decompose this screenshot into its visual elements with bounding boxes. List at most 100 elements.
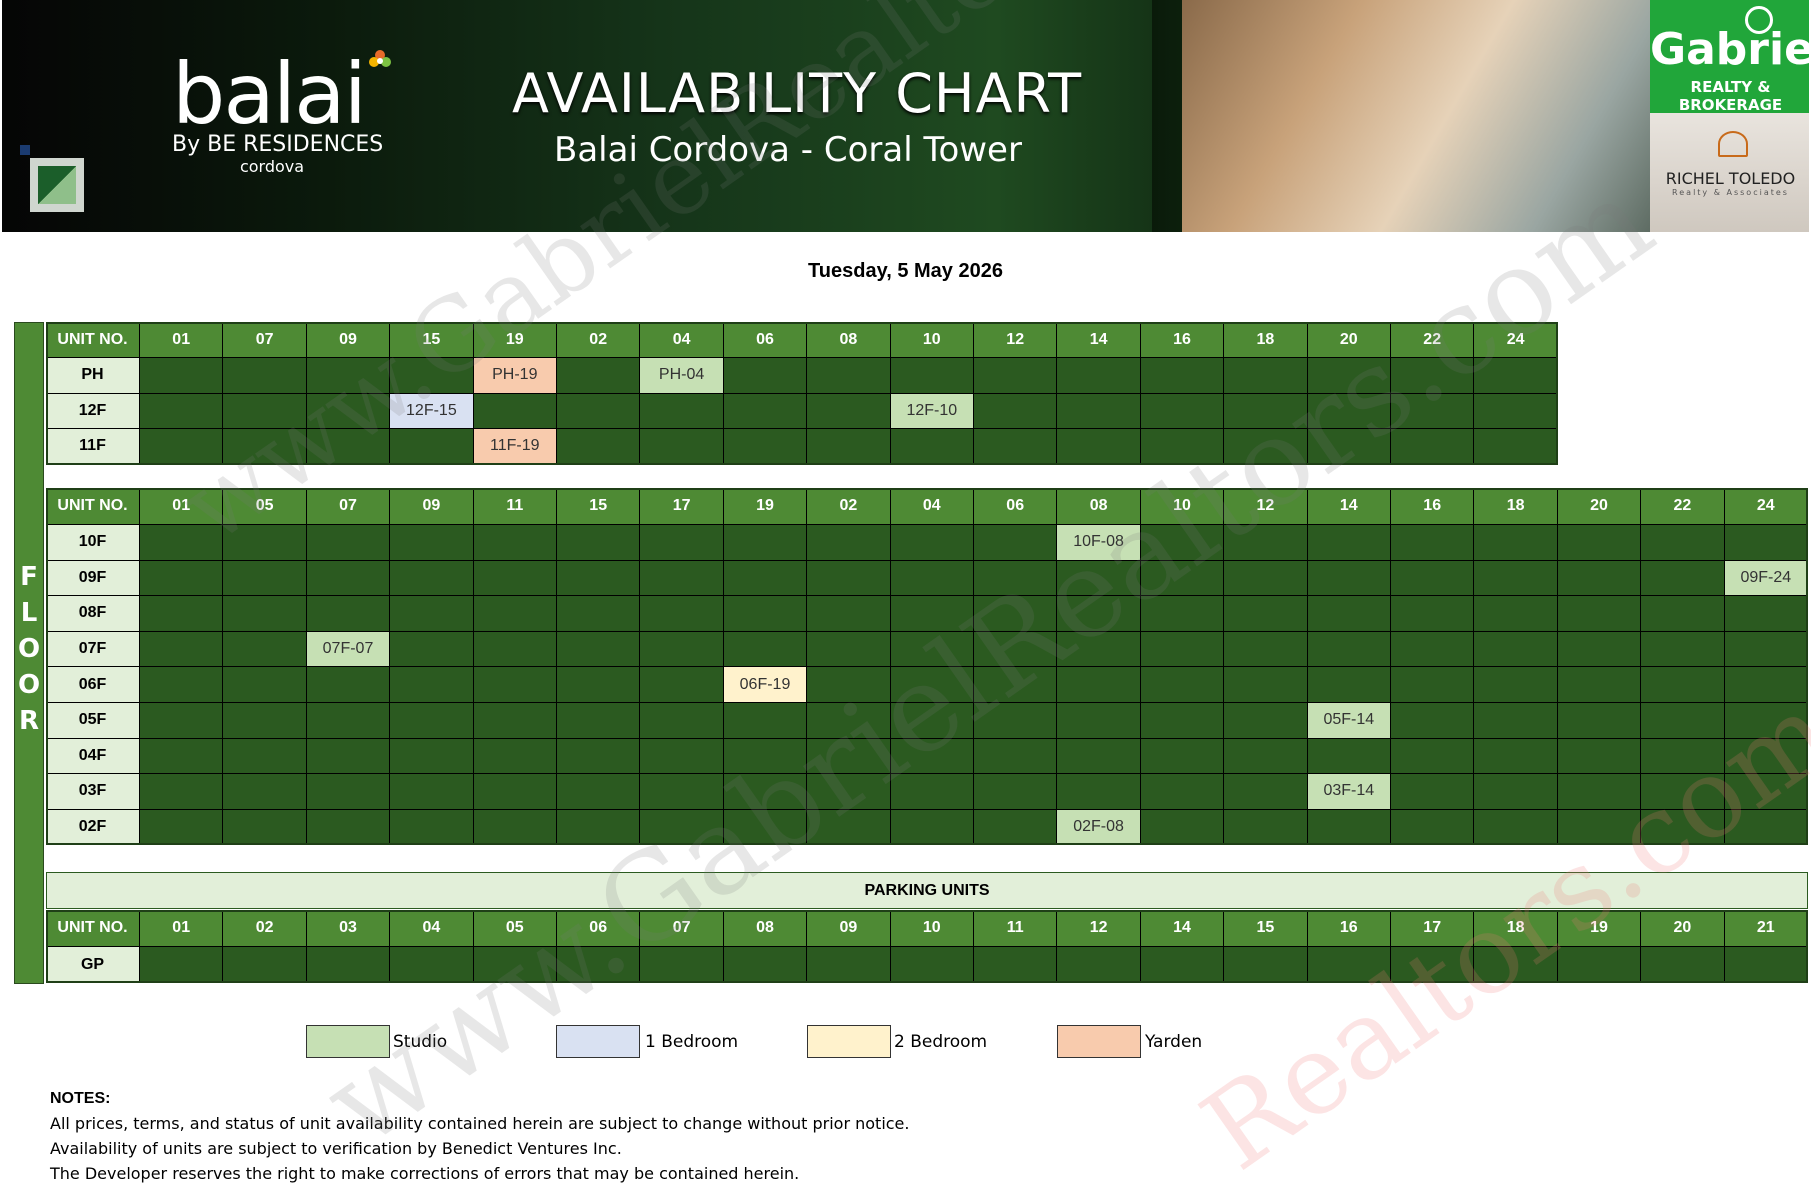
floor-label: 09F xyxy=(46,560,140,597)
unit-cell xyxy=(1474,525,1558,561)
unit-cell xyxy=(390,525,474,561)
unit-cell xyxy=(974,809,1058,846)
column-header: 06 xyxy=(723,322,808,358)
unit-cell xyxy=(473,738,557,775)
unit-cell xyxy=(807,738,891,775)
unit-cell xyxy=(723,774,808,810)
parking-units-title: PARKING UNITS xyxy=(46,872,1808,909)
unit-cell xyxy=(974,631,1058,668)
unit-cell xyxy=(1224,774,1308,810)
unit-cell xyxy=(807,393,891,429)
unit-cell xyxy=(140,596,224,632)
unit-cell xyxy=(890,596,974,632)
unit-cell xyxy=(1057,947,1141,983)
unit-cell xyxy=(140,393,224,429)
column-header: 10 xyxy=(890,910,974,947)
available-unit: PH-04 xyxy=(640,358,724,394)
unit-cell xyxy=(640,774,724,810)
unit-cell xyxy=(223,809,307,846)
unit-cell xyxy=(1724,738,1808,775)
unit-cell xyxy=(1724,667,1808,703)
unit-cell xyxy=(473,809,557,846)
unit-cell xyxy=(723,560,808,597)
unit-cell xyxy=(1557,738,1642,775)
column-header: 20 xyxy=(1557,488,1642,525)
unit-cell xyxy=(390,631,474,668)
unit-cell xyxy=(1641,809,1725,846)
legend-swatch-studio xyxy=(306,1025,390,1058)
column-header: 18 xyxy=(1224,322,1308,358)
column-header: 02 xyxy=(223,910,307,947)
unit-cell xyxy=(1057,596,1141,632)
unit-cell xyxy=(1641,525,1725,561)
floor-label: 10F xyxy=(46,525,140,561)
unit-cell xyxy=(890,774,974,810)
unit-cell xyxy=(1474,429,1558,465)
column-header: 07 xyxy=(640,910,724,947)
availability-grid: UNIT NO. 01 07 09 15 19 02 04 06 08 10 12 14 16 18 20 22… xyxy=(0,0,1811,1191)
unit-cell xyxy=(1224,738,1308,775)
unit-cell xyxy=(890,525,974,561)
unit-cell xyxy=(140,809,224,846)
column-header: 12 xyxy=(974,322,1058,358)
column-header: 09 xyxy=(390,488,474,525)
legend-swatch-yarden xyxy=(1057,1025,1141,1058)
unit-cell xyxy=(807,596,891,632)
unit-cell xyxy=(723,358,808,394)
unit-cell xyxy=(1140,947,1225,983)
unit-cell xyxy=(1391,429,1475,465)
floor-label: 07F xyxy=(46,631,140,668)
unit-cell xyxy=(140,738,224,775)
unit-cell xyxy=(1140,631,1225,668)
unit-cell xyxy=(306,667,391,703)
column-header: 14 xyxy=(1307,488,1391,525)
floor-label: 08F xyxy=(46,596,140,632)
unit-cell xyxy=(1391,667,1475,703)
unit-cell xyxy=(1224,703,1308,739)
unit-cell xyxy=(390,809,474,846)
unit-cell xyxy=(223,738,307,775)
available-unit: 03F-14 xyxy=(1307,774,1391,810)
unit-cell xyxy=(1557,774,1642,810)
unit-cell xyxy=(1474,703,1558,739)
unit-cell xyxy=(1307,738,1391,775)
column-header: 10 xyxy=(1140,488,1225,525)
unit-cell xyxy=(223,429,307,465)
unit-cell xyxy=(1140,429,1225,465)
unit-cell xyxy=(974,947,1058,983)
unit-cell xyxy=(974,393,1058,429)
unit-cell xyxy=(1307,667,1391,703)
unit-cell xyxy=(1724,809,1808,846)
column-header: 09 xyxy=(807,910,891,947)
column-header: 01 xyxy=(140,488,224,525)
unit-cell xyxy=(1724,596,1808,632)
unit-cell xyxy=(723,393,808,429)
column-header: 14 xyxy=(1140,910,1225,947)
unit-cell xyxy=(306,947,391,983)
column-header: 08 xyxy=(723,910,808,947)
available-unit: 12F-10 xyxy=(890,393,974,429)
column-header: 05 xyxy=(223,488,307,525)
unit-cell xyxy=(140,429,224,465)
unit-cell xyxy=(140,560,224,597)
column-header: 17 xyxy=(640,488,724,525)
unit-cell xyxy=(1057,738,1141,775)
unit-header: UNIT NO. xyxy=(46,322,140,358)
unit-cell xyxy=(306,809,391,846)
unit-cell xyxy=(1057,774,1141,810)
unit-cell xyxy=(1057,393,1141,429)
unit-cell xyxy=(557,774,641,810)
unit-cell xyxy=(1391,393,1475,429)
unit-cell xyxy=(1641,560,1725,597)
unit-cell xyxy=(974,774,1058,810)
unit-cell xyxy=(1474,393,1558,429)
unit-cell xyxy=(974,429,1058,465)
unit-cell xyxy=(557,393,641,429)
unit-cell xyxy=(473,560,557,597)
unit-cell xyxy=(1391,703,1475,739)
available-unit: 05F-14 xyxy=(1307,703,1391,739)
unit-cell xyxy=(807,560,891,597)
unit-cell xyxy=(1391,809,1475,846)
floor-letter: R xyxy=(18,706,40,736)
unit-cell xyxy=(557,631,641,668)
